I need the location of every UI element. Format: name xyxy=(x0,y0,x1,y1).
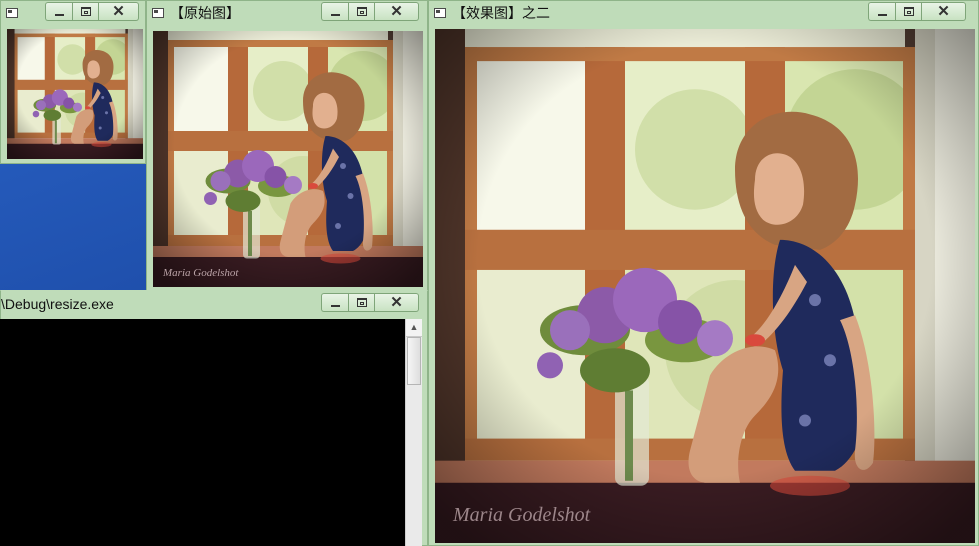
photo-watermark: Maria Godelshot xyxy=(163,267,239,279)
scroll-thumb[interactable] xyxy=(407,337,421,385)
effect-image: Maria Godelshot xyxy=(435,29,975,543)
window-icon[interactable] xyxy=(434,8,446,18)
maximize-button[interactable] xyxy=(895,2,922,21)
minimize-button[interactable] xyxy=(45,2,72,21)
minimize-icon xyxy=(55,14,64,16)
maximize-icon xyxy=(81,7,91,16)
effect-window: 【效果图】之二 ✕ Maria Godelshot xyxy=(428,0,979,546)
close-icon: ✕ xyxy=(112,3,125,20)
close-button[interactable]: ✕ xyxy=(375,2,419,21)
thumbnail-window-controls: ✕ xyxy=(45,2,139,21)
minimize-icon xyxy=(331,14,340,16)
thumbnail-image xyxy=(7,29,143,159)
effect-window-controls: ✕ xyxy=(868,2,966,21)
close-button[interactable]: ✕ xyxy=(375,293,419,312)
close-button[interactable]: ✕ xyxy=(99,2,139,21)
close-icon: ✕ xyxy=(390,294,403,311)
maximize-icon xyxy=(904,7,914,16)
maximize-button[interactable] xyxy=(348,293,375,312)
close-button[interactable]: ✕ xyxy=(922,2,966,21)
minimize-button[interactable] xyxy=(321,2,348,21)
window-icon[interactable] xyxy=(6,8,18,18)
close-icon: ✕ xyxy=(390,3,403,20)
console-title: \Debug\resize.exe xyxy=(1,296,114,312)
close-icon: ✕ xyxy=(937,3,950,20)
minimize-icon xyxy=(878,14,887,16)
original-window-controls: ✕ xyxy=(321,2,419,21)
original-title: 【原始图】 xyxy=(170,5,240,21)
original-window: 【原始图】 ✕ Maria Godelshot xyxy=(146,0,428,292)
scroll-up-button[interactable]: ▲ xyxy=(406,319,422,337)
console-output-area[interactable] xyxy=(0,319,405,546)
maximize-button[interactable] xyxy=(348,2,375,21)
minimize-button[interactable] xyxy=(321,293,348,312)
original-image: Maria Godelshot xyxy=(153,31,423,287)
effect-title: 【效果图】之二 xyxy=(452,5,550,21)
minimize-button[interactable] xyxy=(868,2,895,21)
maximize-icon xyxy=(357,7,367,16)
photo-watermark: Maria Godelshot xyxy=(453,504,591,526)
console-window-controls: ✕ xyxy=(321,293,419,312)
maximize-icon xyxy=(357,298,367,307)
thumbnail-window: ✕ xyxy=(0,0,146,164)
console-scrollbar[interactable]: ▲ xyxy=(405,319,422,546)
window-icon[interactable] xyxy=(152,8,164,18)
maximize-button[interactable] xyxy=(72,2,99,21)
minimize-icon xyxy=(331,305,340,307)
